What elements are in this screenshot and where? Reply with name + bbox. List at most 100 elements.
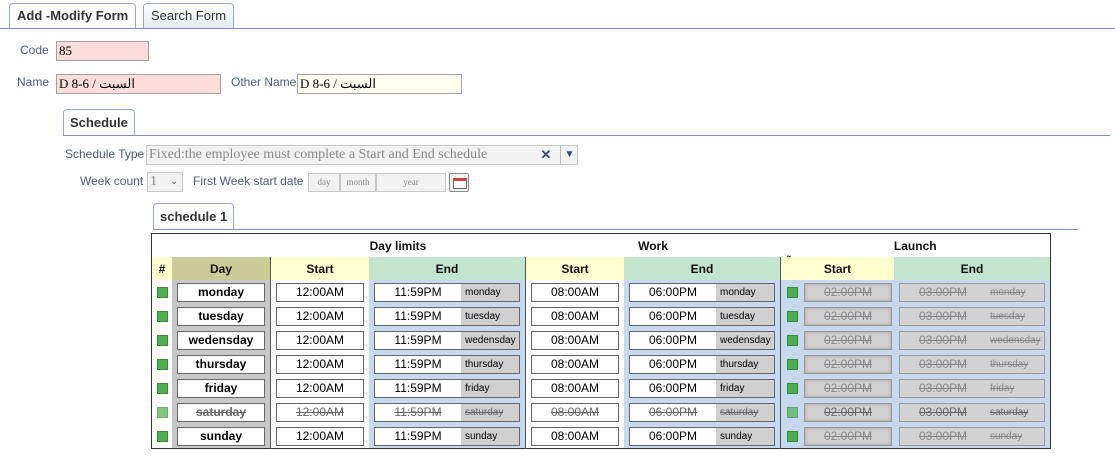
table-row: saturday 12:00AM 11:59PM saturday 08:00AM 06:… bbox=[152, 400, 1051, 424]
first-week-day-input[interactable]: day bbox=[308, 173, 340, 192]
work-start-input[interactable]: 08:00AM bbox=[531, 402, 619, 422]
launch-start-input[interactable]: 02:00PM bbox=[804, 306, 892, 326]
row-checkbox[interactable] bbox=[152, 304, 173, 328]
launch-end-input[interactable]: 03:00PM thursday bbox=[899, 354, 1045, 374]
name-input[interactable]: D 8-6 / السبت bbox=[56, 74, 221, 94]
work-end-input[interactable]: 06:00PM monday bbox=[629, 282, 775, 302]
day-name: tuesday bbox=[177, 306, 265, 326]
first-week-month-input[interactable]: month bbox=[340, 173, 376, 192]
tab-add-modify-form[interactable]: Add -Modify Form bbox=[9, 3, 137, 29]
work-start-input[interactable]: 08:00AM bbox=[531, 282, 619, 302]
launch-header: Launch bbox=[780, 233, 1051, 257]
launch-checkbox[interactable] bbox=[787, 358, 798, 370]
launch-checkbox[interactable] bbox=[787, 430, 798, 442]
dl-start-input[interactable]: 12:00AM bbox=[276, 306, 364, 326]
row-checkbox[interactable] bbox=[152, 400, 173, 424]
tab-search-form[interactable]: Search Form bbox=[143, 3, 235, 28]
launch-checkbox[interactable] bbox=[787, 334, 798, 346]
launch-checkbox[interactable] bbox=[787, 406, 798, 418]
work-header: Work bbox=[525, 233, 781, 257]
row-checkbox[interactable] bbox=[152, 424, 173, 449]
launch-start-input[interactable]: 02:00PM bbox=[804, 402, 892, 422]
dl-end-input[interactable]: 11:59PM friday bbox=[374, 378, 520, 398]
launch-start-cell: 02:00PM bbox=[780, 400, 894, 424]
schedule1-tab-divider bbox=[153, 229, 1078, 230]
other-name-input[interactable]: D 8-6 / السبت bbox=[297, 74, 462, 94]
launch-checkbox[interactable] bbox=[787, 310, 798, 322]
work-end-input[interactable]: 06:00PM tuesday bbox=[629, 306, 775, 326]
work-end-input[interactable]: 06:00PM friday bbox=[629, 378, 775, 398]
dl-start-input[interactable]: 12:00AM bbox=[276, 426, 364, 446]
launch-end-input[interactable]: 03:00PM tuesday bbox=[899, 306, 1045, 326]
dl-start-cell: 12:00AM bbox=[270, 280, 369, 304]
launch-start-cell: 02:00PM bbox=[780, 328, 894, 352]
launch-end-input[interactable]: 03:00PM friday bbox=[899, 378, 1045, 398]
work-end-input[interactable]: 06:00PM thursday bbox=[629, 354, 775, 374]
dl-end-input[interactable]: 11:59PM wedensday bbox=[374, 330, 520, 350]
first-week-label: First Week start date bbox=[193, 174, 304, 188]
calendar-icon[interactable] bbox=[449, 173, 469, 192]
launch-start-input[interactable]: 02:00PM bbox=[804, 330, 892, 350]
code-input[interactable]: 85 bbox=[56, 41, 149, 61]
launch-end-time: 03:00PM bbox=[918, 308, 968, 323]
work-end-cell: 06:00PM thursday bbox=[624, 352, 781, 376]
dl-end-input[interactable]: 11:59PM thursday bbox=[374, 354, 520, 374]
dl-start-input[interactable]: 12:00AM bbox=[276, 378, 364, 398]
tab-schedule[interactable]: Schedule bbox=[63, 109, 135, 136]
launch-start-header: ˜ Start bbox=[780, 253, 894, 280]
launch-checkbox[interactable] bbox=[787, 286, 798, 298]
launch-end-input[interactable]: 03:00PM wedensday bbox=[899, 330, 1045, 350]
dl-end-input[interactable]: 11:59PM sunday bbox=[374, 426, 520, 446]
launch-start-cell: 02:00PM bbox=[780, 376, 894, 400]
work-end-input[interactable]: 06:00PM saturday bbox=[629, 402, 775, 422]
dl-start-input[interactable]: 12:00AM bbox=[276, 330, 364, 350]
row-checkbox[interactable] bbox=[152, 328, 173, 352]
work-start-input[interactable]: 08:00AM bbox=[531, 354, 619, 374]
x-icon[interactable]: ✕ bbox=[538, 146, 554, 164]
day-name: wedensday bbox=[177, 330, 265, 350]
week-count-select[interactable]: 1 ⌄ bbox=[147, 172, 183, 192]
launch-start-input[interactable]: 02:00PM bbox=[804, 282, 892, 302]
launch-checkbox[interactable] bbox=[787, 382, 798, 394]
dl-start-input[interactable]: 12:00AM bbox=[276, 402, 364, 422]
work-start-input[interactable]: 08:00AM bbox=[531, 306, 619, 326]
row-checkbox[interactable] bbox=[152, 352, 173, 376]
launch-end-input[interactable]: 03:00PM monday bbox=[899, 282, 1045, 302]
work-start-input[interactable]: 08:00AM bbox=[531, 330, 619, 350]
launch-end-time: 03:00PM bbox=[918, 404, 968, 419]
launch-start-cell: 02:00PM bbox=[780, 352, 894, 376]
work-start-input[interactable]: 08:00AM bbox=[531, 378, 619, 398]
dl-end-time: 11:59PM bbox=[394, 308, 442, 323]
row-checkbox[interactable] bbox=[152, 280, 173, 304]
dl-end-time: 11:59PM bbox=[394, 404, 442, 419]
week-count-label: Week count bbox=[80, 174, 144, 188]
day-name: thursday bbox=[177, 354, 265, 374]
dl-end-input[interactable]: 11:59PM saturday bbox=[374, 402, 520, 422]
launch-end-time: 03:00PM bbox=[918, 284, 968, 299]
launch-end-input[interactable]: 03:00PM saturday bbox=[899, 402, 1045, 422]
schedule-type-select[interactable]: Fixed:the employee must complete a Start… bbox=[146, 145, 578, 165]
first-week-year-input[interactable]: year bbox=[376, 173, 446, 192]
dl-start-input[interactable]: 12:00AM bbox=[276, 354, 364, 374]
launch-start-input[interactable]: 02:00PM bbox=[804, 378, 892, 398]
launch-end-cell: 03:00PM thursday bbox=[894, 352, 1051, 376]
work-start-input[interactable]: 08:00AM bbox=[531, 426, 619, 446]
work-end-header: End bbox=[624, 257, 781, 280]
row-checkbox[interactable] bbox=[152, 376, 173, 400]
work-end-day: sunday bbox=[716, 427, 774, 445]
chevron-down-icon[interactable]: ▼ bbox=[560, 146, 578, 164]
dl-start-cell: 12:00AM bbox=[270, 424, 369, 449]
dl-end-input[interactable]: 11:59PM tuesday bbox=[374, 306, 520, 326]
dl-start-input[interactable]: 12:00AM bbox=[276, 282, 364, 302]
work-end-input[interactable]: 06:00PM wedensday bbox=[629, 330, 775, 350]
launch-start-label: Start bbox=[823, 261, 852, 276]
launch-start-input[interactable]: 02:00PM bbox=[804, 354, 892, 374]
launch-end-input[interactable]: 03:00PM sunday bbox=[899, 426, 1045, 446]
dl-end-input[interactable]: 11:59PM monday bbox=[374, 282, 520, 302]
work-end-input[interactable]: 06:00PM sunday bbox=[629, 426, 775, 446]
dl-start-cell: 12:00AM bbox=[270, 352, 369, 376]
day-name: friday bbox=[177, 378, 265, 398]
launch-start-input[interactable]: 02:00PM bbox=[804, 426, 892, 446]
tab-schedule-1[interactable]: schedule 1 bbox=[153, 203, 235, 230]
launch-end-time: 03:00PM bbox=[918, 428, 968, 443]
